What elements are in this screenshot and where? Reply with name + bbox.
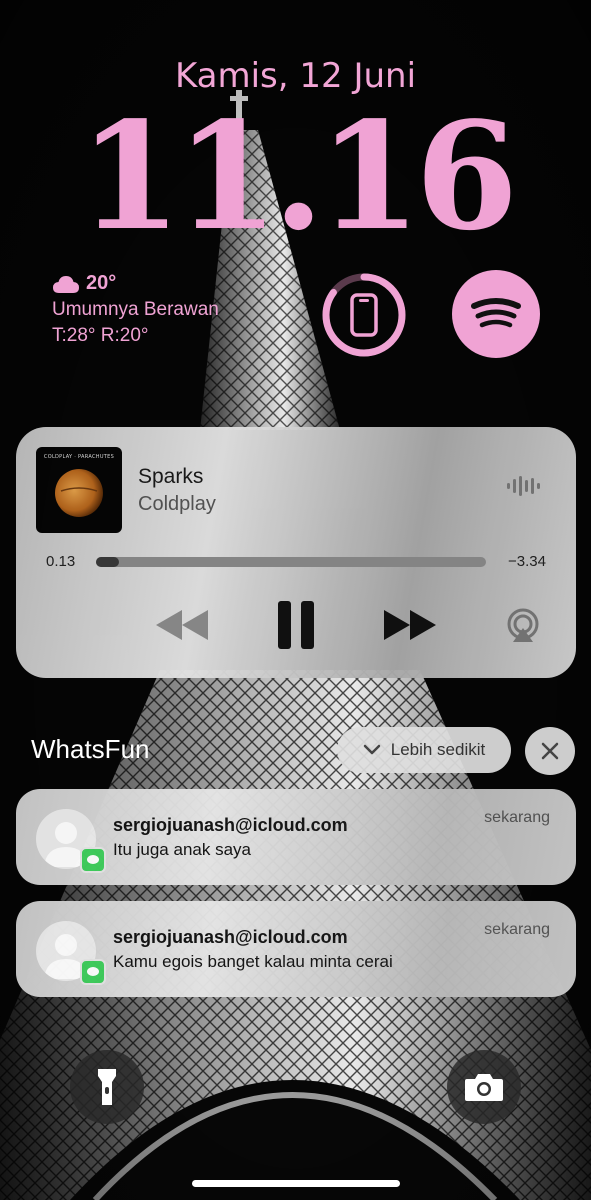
notification-card[interactable]: sergiojuanash@icloud.com Itu juga anak s… xyxy=(16,789,576,885)
flashlight-icon xyxy=(98,1069,116,1105)
notification-message: Itu juga anak saya xyxy=(113,840,251,859)
weather-condition: Umumnya Berawan xyxy=(52,299,219,320)
phone-icon xyxy=(350,293,378,337)
weather-high-low: T:28° R:20° xyxy=(52,325,149,346)
audio-waveform-icon xyxy=(507,476,540,496)
notification-time: sekarang xyxy=(484,921,550,938)
notification-time: sekarang xyxy=(484,809,550,826)
notification-sender: sergiojuanash@icloud.com xyxy=(113,815,348,835)
weather-widget[interactable]: 20° Umumnya Berawan T:28° R:20° xyxy=(52,272,219,347)
pause-button[interactable] xyxy=(268,597,324,653)
notification-sender: sergiojuanash@icloud.com xyxy=(113,927,348,947)
messages-badge-icon xyxy=(80,959,106,985)
now-playing-card[interactable]: COLDPLAY · PARACHUTES Sparks Coldplay 0.… xyxy=(16,427,576,678)
track-artist: Coldplay xyxy=(138,493,216,515)
chevron-down-icon xyxy=(363,744,380,755)
camera-icon xyxy=(465,1074,503,1101)
flashlight-button[interactable] xyxy=(70,1050,144,1124)
notification-message: Kamu egois banget kalau minta cerai xyxy=(113,952,393,971)
track-title: Sparks xyxy=(138,465,204,488)
show-less-button[interactable]: Lebih sedikit xyxy=(337,727,511,773)
battery-ring xyxy=(322,273,406,357)
remaining-time: −3.34 xyxy=(508,553,546,570)
airplay-icon xyxy=(507,608,539,642)
lockscreen-time: 11.16 xyxy=(78,89,518,263)
notification-group-app-name: WhatsFun xyxy=(31,734,150,764)
camera-button[interactable] xyxy=(447,1050,521,1124)
pause-icon xyxy=(278,601,314,649)
rewind-button[interactable] xyxy=(152,603,212,647)
airplay-button[interactable] xyxy=(500,603,546,649)
elapsed-time: 0.13 xyxy=(46,553,76,570)
album-art-caption: COLDPLAY · PARACHUTES xyxy=(43,454,115,460)
album-art[interactable]: COLDPLAY · PARACHUTES xyxy=(36,447,122,533)
close-icon xyxy=(541,742,559,760)
messages-badge-icon xyxy=(80,847,106,873)
rewind-icon xyxy=(156,610,208,640)
clear-notifications-button[interactable] xyxy=(525,727,575,775)
spotify-icon xyxy=(471,298,521,328)
show-less-label: Lebih sedikit xyxy=(390,740,486,759)
playback-scrubber[interactable] xyxy=(96,557,486,567)
notification-card[interactable]: sergiojuanash@icloud.com Kamu egois bang… xyxy=(16,901,576,997)
playback-progress-fill xyxy=(96,557,120,567)
cloud-icon xyxy=(53,275,79,293)
home-indicator[interactable] xyxy=(192,1180,400,1187)
forward-button[interactable] xyxy=(380,603,440,647)
forward-icon xyxy=(384,610,436,640)
battery-widget[interactable] xyxy=(321,272,407,358)
spotify-widget[interactable] xyxy=(452,270,540,358)
weather-temperature: 20° xyxy=(86,272,117,294)
